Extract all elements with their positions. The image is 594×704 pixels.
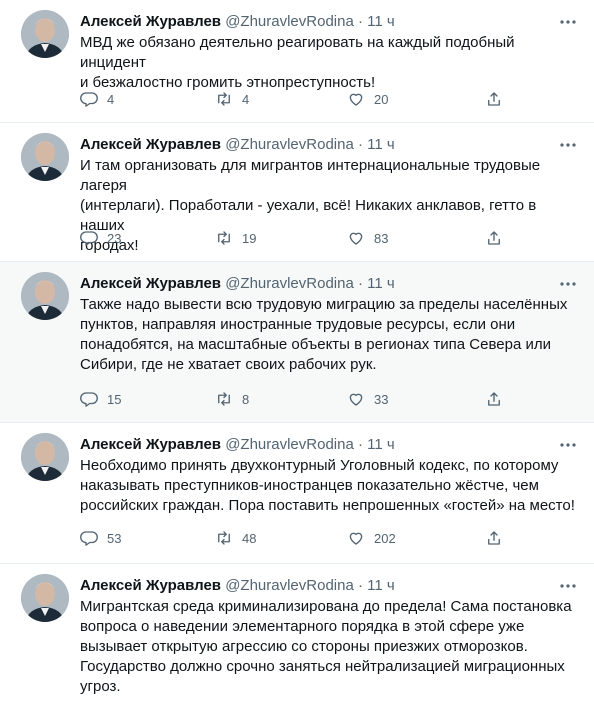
avatar[interactable] <box>21 133 69 181</box>
share-icon <box>488 92 500 106</box>
reply-count: 4 <box>107 91 115 107</box>
avatar[interactable] <box>21 272 69 320</box>
avatar[interactable] <box>21 433 69 481</box>
share-button[interactable] <box>485 528 503 548</box>
share-icon <box>488 531 500 545</box>
tweet[interactable]: Алексей Журавлев @ZhuravlevRodina · 11 ч… <box>0 0 594 123</box>
share-button[interactable] <box>485 228 503 248</box>
like-count: 33 <box>374 391 389 407</box>
tweet-actions: 4 4 20 <box>80 89 500 109</box>
like-count: 83 <box>374 230 389 246</box>
heart-icon <box>349 532 363 545</box>
tweet-actions: 23 19 83 <box>80 228 500 248</box>
reply-count: 23 <box>107 230 122 246</box>
reply-button[interactable]: 53 <box>80 528 121 548</box>
retweet-icon <box>218 392 230 406</box>
reply-icon <box>80 392 98 407</box>
separator-dot: · <box>357 275 363 292</box>
author-handle[interactable]: @ZhuravlevRodina <box>225 436 354 453</box>
tweet-time[interactable]: 11 ч <box>367 577 395 594</box>
like-count: 202 <box>374 530 396 546</box>
author-name[interactable]: Алексей Журавлев <box>80 577 221 594</box>
tweet-time[interactable]: 11 ч <box>367 136 395 153</box>
tweet-text: МВД же обязано деятельно реагировать на … <box>80 34 515 91</box>
tweet[interactable]: Алексей Журавлев @ZhuravlevRodina · 11 ч… <box>0 123 594 262</box>
tweet-header: Алексей Журавлев @ZhuravlevRodina · 11 ч <box>80 12 578 32</box>
retweet-count: 48 <box>242 530 257 546</box>
separator-dot: · <box>357 436 363 453</box>
like-button[interactable]: 83 <box>347 228 388 248</box>
like-button[interactable]: 202 <box>347 528 396 548</box>
reply-button[interactable]: 23 <box>80 228 121 248</box>
avatar[interactable] <box>21 574 69 622</box>
tweet-time[interactable]: 11 ч <box>367 275 395 292</box>
retweet-button[interactable]: 8 <box>215 389 249 409</box>
retweet-button[interactable]: 19 <box>215 228 256 248</box>
retweet-icon <box>218 231 230 245</box>
share-button[interactable] <box>485 89 503 109</box>
author-name[interactable]: Алексей Журавлев <box>80 136 221 153</box>
author-name[interactable]: Алексей Журавлев <box>80 436 221 453</box>
like-button[interactable]: 20 <box>347 89 388 109</box>
tweet[interactable]: Алексей Журавлев @ZhuravlevRodina · 11 ч… <box>0 262 594 423</box>
tweet-header: Алексей Журавлев @ZhuravlevRodina · 11 ч <box>80 274 578 294</box>
share-icon <box>488 231 500 245</box>
author-handle[interactable]: @ZhuravlevRodina <box>225 13 354 30</box>
tweet-actions: 15 8 33 <box>80 389 500 409</box>
author-name[interactable]: Алексей Журавлев <box>80 13 221 30</box>
retweet-icon <box>218 531 230 545</box>
tweet-feed: Алексей Журавлев @ZhuravlevRodina · 11 ч… <box>0 0 594 704</box>
reply-count: 15 <box>107 391 122 407</box>
author-handle[interactable]: @ZhuravlevRodina <box>225 136 354 153</box>
separator-dot: · <box>357 136 363 153</box>
heart-icon <box>349 93 363 106</box>
tweet-header: Алексей Журавлев @ZhuravlevRodina · 11 ч <box>80 576 578 596</box>
reply-icon <box>80 92 98 107</box>
author-handle[interactable]: @ZhuravlevRodina <box>225 275 354 292</box>
tweet-time[interactable]: 11 ч <box>367 436 395 453</box>
tweet[interactable]: Алексей Журавлев @ZhuravlevRodina · 11 ч… <box>0 564 594 704</box>
author-name[interactable]: Алексей Журавлев <box>80 275 221 292</box>
retweet-count: 19 <box>242 230 257 246</box>
author-handle[interactable]: @ZhuravlevRodina <box>225 577 354 594</box>
tweet-header: Алексей Журавлев @ZhuravlevRodina · 11 ч <box>80 435 578 455</box>
retweet-button[interactable]: 4 <box>215 89 249 109</box>
reply-button[interactable]: 4 <box>80 89 114 109</box>
avatar[interactable] <box>21 10 69 58</box>
more-options-icon[interactable] <box>558 135 578 155</box>
retweet-button[interactable]: 48 <box>215 528 256 548</box>
separator-dot: · <box>357 13 363 30</box>
tweet-text: Необходимо принять двухконтурный Уголовн… <box>80 457 575 514</box>
separator-dot: · <box>357 577 363 594</box>
reply-button[interactable]: 15 <box>80 389 121 409</box>
tweet[interactable]: Алексей Журавлев @ZhuravlevRodina · 11 ч… <box>0 423 594 564</box>
more-options-icon[interactable] <box>558 435 578 455</box>
share-button[interactable] <box>485 389 503 409</box>
more-options-icon[interactable] <box>558 576 578 596</box>
heart-icon <box>349 393 363 406</box>
like-button[interactable]: 33 <box>347 389 388 409</box>
retweet-count: 4 <box>242 91 250 107</box>
heart-icon <box>349 232 363 245</box>
tweet-actions: 53 48 202 <box>80 528 500 548</box>
like-count: 20 <box>374 91 389 107</box>
share-icon <box>488 392 500 406</box>
more-options-icon[interactable] <box>558 12 578 32</box>
reply-icon <box>80 531 98 546</box>
tweet-header: Алексей Журавлев @ZhuravlevRodina · 11 ч <box>80 135 578 155</box>
tweet-text: Также надо вывести всю трудовую миграцию… <box>80 296 568 373</box>
more-options-icon[interactable] <box>558 274 578 294</box>
reply-icon <box>80 231 98 246</box>
reply-count: 53 <box>107 530 122 546</box>
tweet-time[interactable]: 11 ч <box>367 13 395 30</box>
tweet-text: Мигрантская среда криминализирована до п… <box>80 598 572 695</box>
retweet-count: 8 <box>242 391 250 407</box>
retweet-icon <box>218 92 230 106</box>
